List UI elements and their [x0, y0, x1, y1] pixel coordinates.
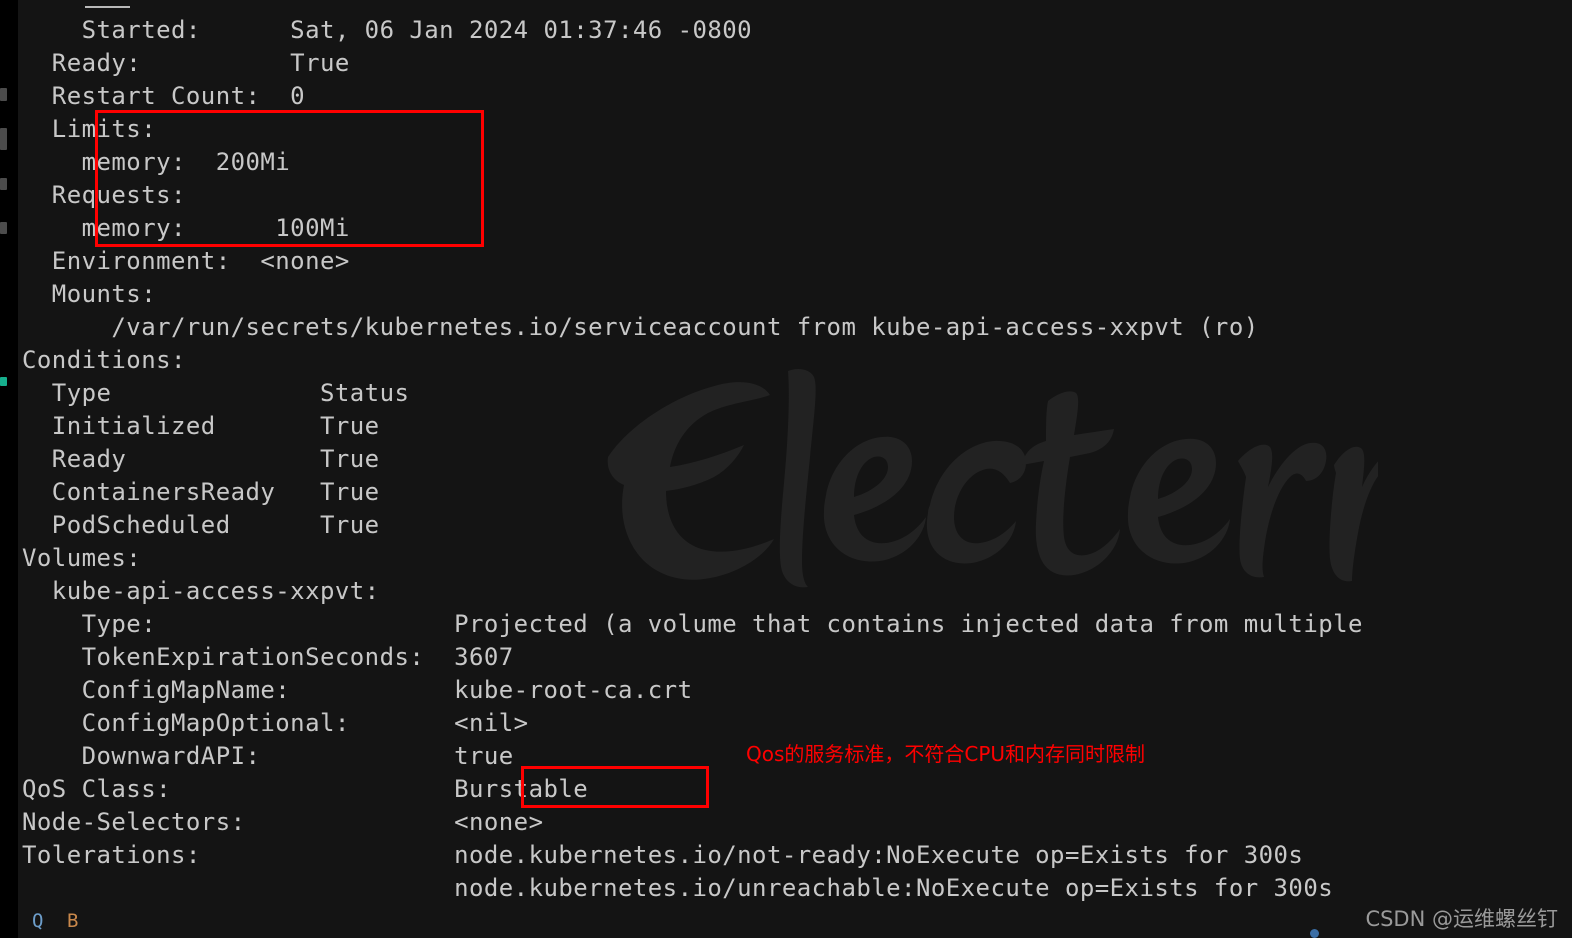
gutter-sliver-3 — [0, 178, 7, 190]
gutter-sliver-active — [0, 377, 7, 386]
terminal-pane[interactable]: Started: Sat, 06 Jan 2024 01:37:46 -0800… — [18, 0, 1572, 938]
output-line-started: Started: Sat, 06 Jan 2024 01:37:46 -0800 — [22, 16, 753, 44]
csdn-watermark: CSDN @运维螺丝钉 — [1365, 907, 1558, 931]
output-line-volume-type: Type: Projected (a volume that contains … — [22, 610, 1363, 638]
output-line-downward-api: DownwardAPI: true — [22, 742, 514, 770]
output-line-restart-count: Restart Count: 0 — [22, 82, 306, 110]
cut-glyph-top — [85, 6, 130, 8]
output-line-tolerations-2: node.kubernetes.io/unreachable:NoExecute… — [22, 874, 1334, 902]
output-line-cond-ready: Ready True — [22, 445, 380, 473]
output-line-configmap-optional: ConfigMapOptional: <nil> — [22, 709, 529, 737]
output-line-configmap-name: ConfigMapName: kube-root-ca.crt — [22, 676, 693, 704]
terminal-status-bar: Q B CSDN @运维螺丝钉 — [18, 902, 1572, 938]
terminal-output: Started: Sat, 06 Jan 2024 01:37:46 -0800… — [18, 0, 1572, 938]
output-line-environment: Environment: <none> — [22, 247, 350, 275]
left-panel-gutter — [0, 0, 18, 938]
output-line-requests: Requests: — [22, 181, 186, 209]
status-glyph-q: Q — [32, 910, 44, 932]
output-line-qos-class: QoS Class: Burstable — [22, 775, 589, 803]
terminal-window: Started: Sat, 06 Jan 2024 01:37:46 -0800… — [0, 0, 1572, 938]
output-line-limits: Limits: — [22, 115, 157, 143]
output-line-cond-podscheduled: PodScheduled True — [22, 511, 380, 539]
output-line-limits-memory: memory: 200Mi — [22, 148, 291, 176]
output-line-cond-initialized: Initialized True — [22, 412, 380, 440]
output-line-volume-name: kube-api-access-xxpvt: — [22, 577, 380, 605]
status-glyph-b: B — [67, 910, 79, 932]
output-line-ready: Ready: True — [22, 49, 350, 77]
output-line-mounts: Mounts: — [22, 280, 157, 308]
status-dot-icon — [1310, 929, 1319, 938]
output-line-node-selectors: Node-Selectors: <none> — [22, 808, 544, 836]
gutter-sliver-4 — [0, 222, 7, 234]
gutter-sliver-2 — [0, 128, 7, 150]
output-line-volumes: Volumes: — [22, 544, 142, 572]
output-line-tolerations: Tolerations: node.kubernetes.io/not-read… — [22, 841, 1304, 869]
output-line-conditions: Conditions: — [22, 346, 186, 374]
output-line-cond-containers: ContainersReady True — [22, 478, 380, 506]
output-line-token-expiration: TokenExpirationSeconds: 3607 — [22, 643, 514, 671]
output-line-conditions-header: Type Status — [22, 379, 410, 407]
output-line-requests-memory: memory: 100Mi — [22, 214, 350, 242]
qos-annotation-text: Qos的服务标准，不符合CPU和内存同时限制 — [746, 742, 1146, 766]
output-line-mount-path: /var/run/secrets/kubernetes.io/serviceac… — [22, 313, 1259, 341]
gutter-sliver-1 — [0, 88, 7, 101]
